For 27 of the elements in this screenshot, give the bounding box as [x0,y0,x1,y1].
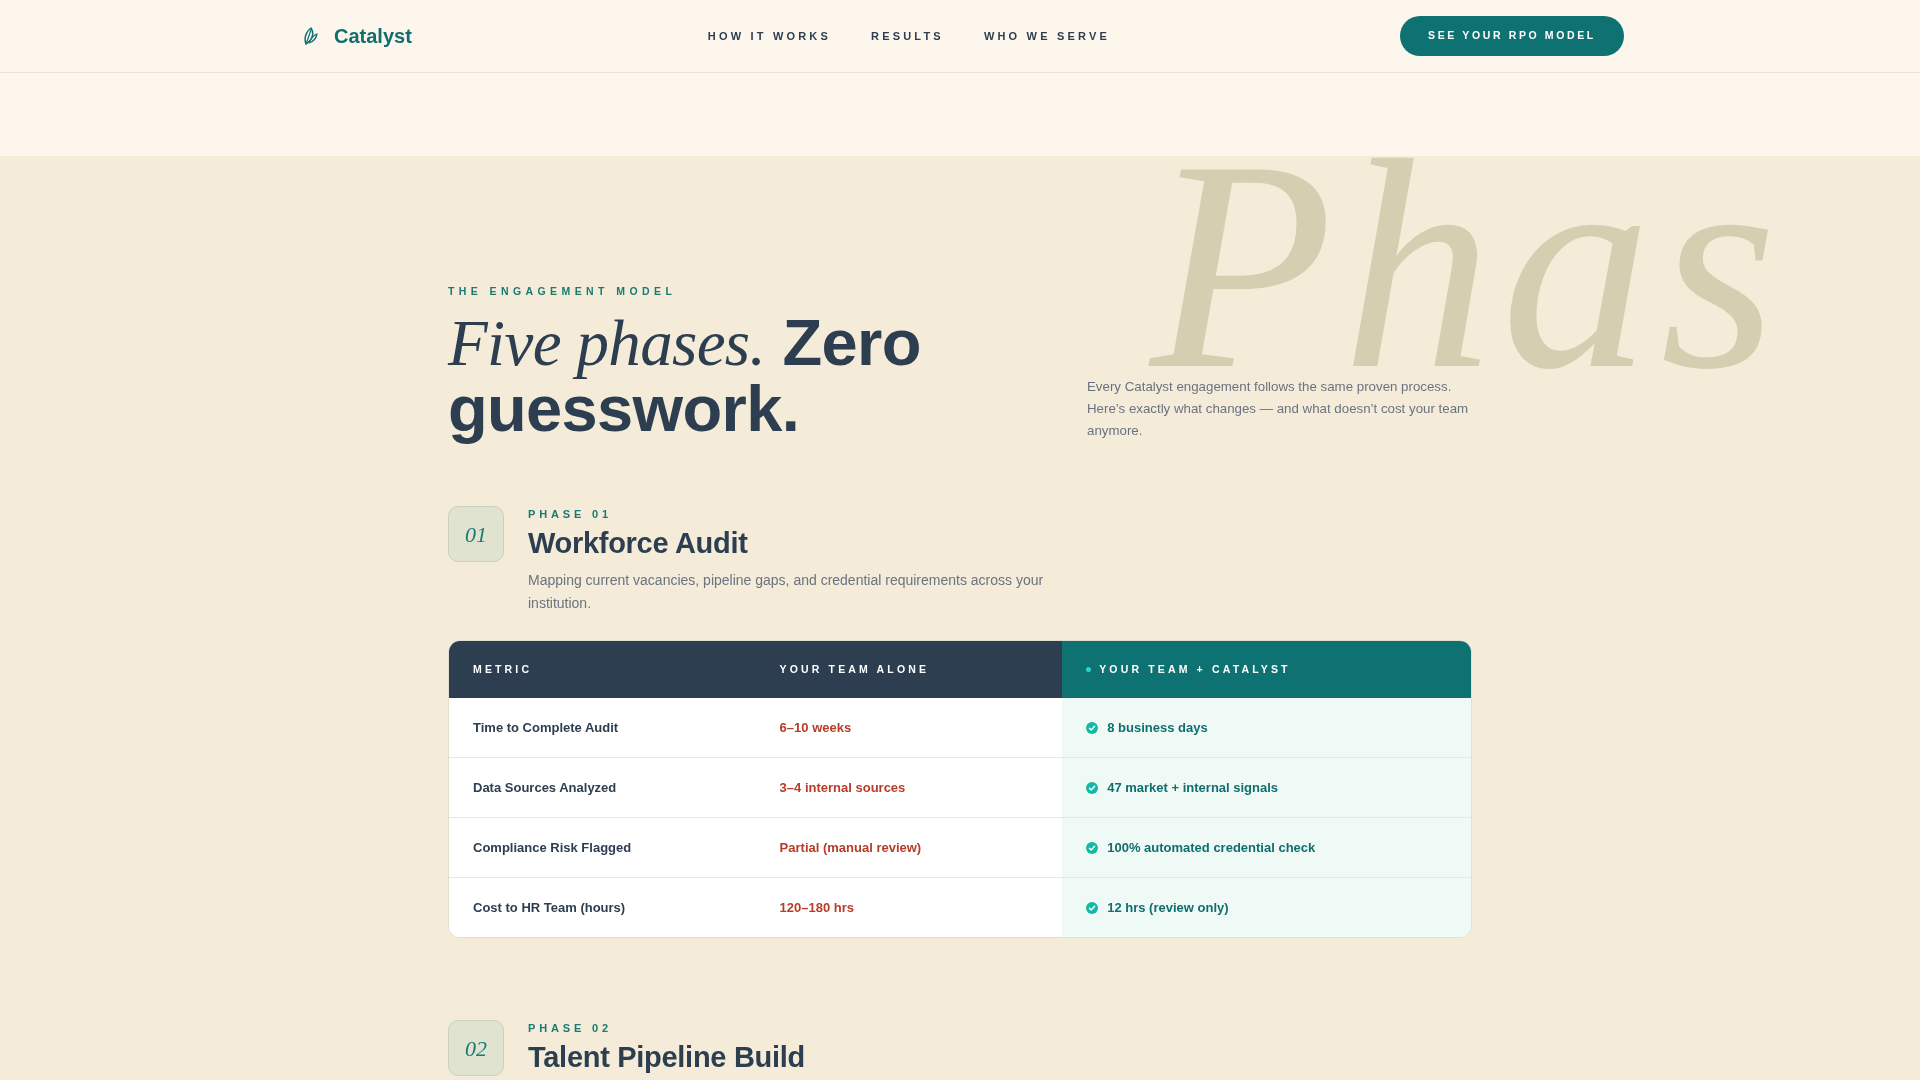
check-circle-icon [1086,721,1099,734]
phase-label: PHASE 02 [528,1021,613,1036]
cell-value: 100% automated credential check [1107,838,1316,857]
cell-value: 12 hrs (review only) [1107,898,1229,917]
section-eyebrow: THE ENGAGEMENT MODEL [448,284,678,299]
column-header-label: YOUR TEAM + CATALYST [1099,661,1291,677]
nav-link[interactable]: RESULTS [871,27,944,45]
check-circle-icon [1086,781,1099,794]
page-heading: Five phases. Zero guesswork. [448,310,922,442]
column-header: METRIC [449,641,756,698]
phase-title: Talent Pipeline Build [528,1040,805,1075]
check-circle-icon [1086,901,1099,914]
phase-number-tile: 01 [448,506,504,562]
phase-description: Mapping current vacancies, pipeline gaps, and credential requirements across your institution. [528,571,1045,613]
brand-name: Catalyst [334,24,412,49]
intro-description: Every Catalyst engagement follows the same proven process. Here’s exactly what changes — and what doesn’t cost your team anymore. [1087,378,1470,440]
column-header: YOUR TEAM ALONE [755,641,1063,698]
phase-number-tile: 02 [448,1020,504,1076]
cell-value: 8 business days [1107,718,1208,737]
cell-value: 47 market + internal signals [1107,778,1279,797]
nav-link[interactable]: WHO WE SERVE [983,27,1110,45]
leaf-icon [303,27,318,45]
cta-button[interactable]: SEE YOUR RPO MODEL [1400,16,1624,56]
phase-title: Workforce Audit [528,526,749,561]
phase-label: PHASE 01 [528,507,613,522]
nav-link[interactable]: HOW IT WORKS [707,27,832,45]
check-circle-icon [1086,841,1099,854]
